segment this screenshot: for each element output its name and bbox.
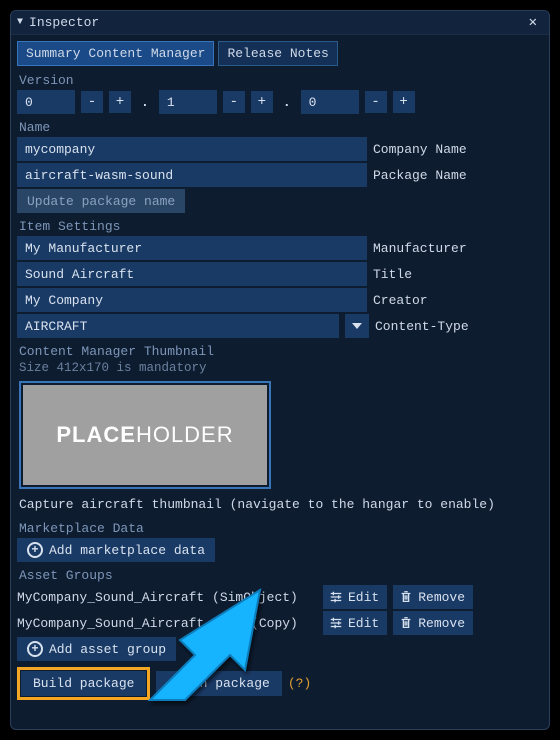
content-type-dropdown-button[interactable]	[345, 314, 369, 338]
asset-remove-button[interactable]: Remove	[393, 611, 473, 635]
asset-name: MyCompany_Sound_Aircraft (SimObject)	[17, 590, 317, 605]
version-patch-minus-button[interactable]: -	[365, 91, 387, 113]
company-name-label: Company Name	[373, 142, 467, 157]
version-separator: .	[137, 95, 153, 110]
asset-edit-button[interactable]: Edit	[323, 585, 387, 609]
placeholder-text-bold: PLACE	[56, 422, 136, 448]
asset-edit-button[interactable]: Edit	[323, 611, 387, 635]
add-marketplace-label: Add marketplace data	[49, 543, 205, 558]
asset-row: MyCompany_Sound_Aircraft (SimObject) Edi…	[17, 585, 543, 609]
asset-groups-label: Asset Groups	[17, 565, 543, 585]
sliders-icon	[329, 616, 343, 630]
tab-summary-content-manager[interactable]: Summary Content Manager	[17, 41, 214, 66]
version-minor-minus-button[interactable]: -	[223, 91, 245, 113]
close-icon[interactable]: ✕	[525, 14, 541, 31]
version-major-plus-button[interactable]: +	[109, 91, 131, 113]
help-link[interactable]: (?)	[288, 676, 311, 691]
version-major-input[interactable]	[17, 90, 75, 114]
inspector-panel: ▼ Inspector ✕ Summary Content Manager Re…	[10, 10, 550, 730]
build-package-highlight: Build package	[17, 667, 150, 700]
plus-icon: +	[27, 641, 43, 657]
trash-icon	[399, 616, 413, 630]
thumbnail-frame[interactable]: PLACEHOLDER	[19, 381, 271, 489]
version-major-minus-button[interactable]: -	[81, 91, 103, 113]
update-package-name-button[interactable]: Update package name	[17, 189, 185, 213]
sliders-icon	[329, 590, 343, 604]
company-name-input[interactable]	[17, 137, 367, 161]
tab-release-notes[interactable]: Release Notes	[218, 41, 337, 66]
thumbnail-label: Content Manager Thumbnail	[17, 341, 543, 361]
creator-input[interactable]	[17, 288, 367, 312]
clean-package-button[interactable]: Clean package	[156, 671, 281, 696]
collapse-icon[interactable]: ▼	[17, 17, 23, 28]
content-type-input[interactable]	[17, 314, 339, 338]
item-settings-label: Item Settings	[17, 216, 543, 236]
window-title: Inspector	[29, 15, 99, 30]
placeholder-text-thin: HOLDER	[136, 422, 234, 448]
chevron-down-icon	[351, 320, 363, 332]
trash-icon	[399, 590, 413, 604]
version-label: Version	[17, 70, 543, 90]
marketplace-label: Marketplace Data	[17, 518, 543, 538]
thumbnail-placeholder: PLACEHOLDER	[23, 385, 267, 485]
name-label: Name	[17, 117, 543, 137]
add-asset-group-button[interactable]: + Add asset group	[17, 637, 176, 661]
add-asset-group-label: Add asset group	[49, 642, 166, 657]
package-name-label: Package Name	[373, 168, 467, 183]
asset-name: MyCompany_Sound_Aircraft_Data (Copy)	[17, 616, 317, 631]
version-minor-input[interactable]	[159, 90, 217, 114]
asset-remove-button[interactable]: Remove	[393, 585, 473, 609]
version-minor-plus-button[interactable]: +	[251, 91, 273, 113]
thumbnail-hint: Size 412x170 is mandatory	[17, 361, 543, 379]
content-type-label: Content-Type	[375, 319, 469, 334]
add-marketplace-data-button[interactable]: + Add marketplace data	[17, 538, 215, 562]
version-separator: .	[279, 95, 295, 110]
titlebar[interactable]: ▼ Inspector ✕	[11, 11, 549, 35]
thumbnail-caption: Capture aircraft thumbnail (navigate to …	[17, 495, 543, 518]
plus-icon: +	[27, 542, 43, 558]
package-name-input[interactable]	[17, 163, 367, 187]
title-label: Title	[373, 267, 412, 282]
manufacturer-label: Manufacturer	[373, 241, 467, 256]
version-patch-input[interactable]	[301, 90, 359, 114]
build-package-button[interactable]: Build package	[21, 671, 146, 696]
manufacturer-input[interactable]	[17, 236, 367, 260]
title-input[interactable]	[17, 262, 367, 286]
version-patch-plus-button[interactable]: +	[393, 91, 415, 113]
creator-label: Creator	[373, 293, 428, 308]
asset-row: MyCompany_Sound_Aircraft_Data (Copy) Edi…	[17, 611, 543, 635]
